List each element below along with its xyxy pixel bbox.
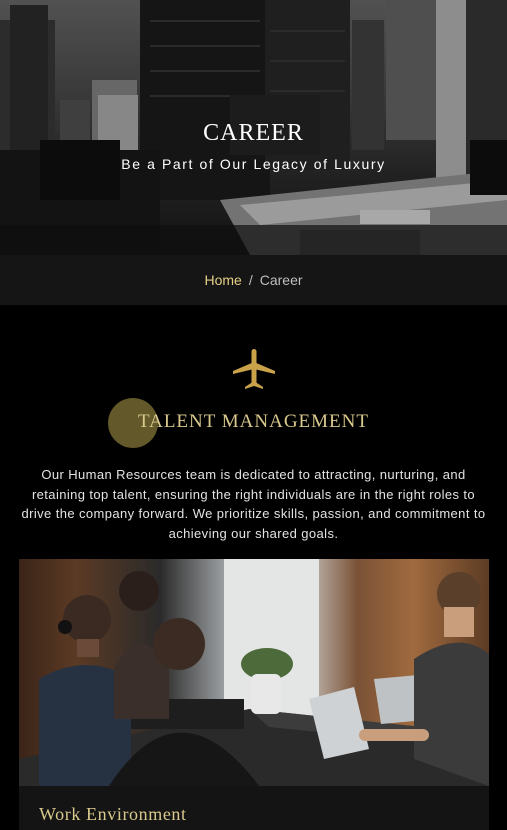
page-title: CAREER bbox=[203, 120, 304, 146]
airplane-icon bbox=[233, 349, 275, 389]
page-subtitle: Be a Part of Our Legacy of Luxury bbox=[121, 156, 386, 172]
section-description: Our Human Resources team is dedicated to… bbox=[21, 467, 486, 541]
breadcrumb-current: Career bbox=[259, 272, 303, 288]
team-meeting-illustration bbox=[19, 559, 489, 786]
breadcrumb-separator: / bbox=[248, 272, 253, 288]
hero-banner: CAREER Be a Part of Our Legacy of Luxury bbox=[0, 0, 507, 255]
breadcrumb: Home / Career bbox=[0, 255, 507, 305]
team-meeting-photo bbox=[19, 559, 489, 786]
breadcrumb-home-link[interactable]: Home bbox=[204, 272, 241, 288]
work-environment-card[interactable]: Work Environment bbox=[19, 559, 489, 830]
section-title: TALENT MANAGEMENT bbox=[138, 411, 369, 432]
card-caption: Work Environment bbox=[39, 804, 187, 824]
